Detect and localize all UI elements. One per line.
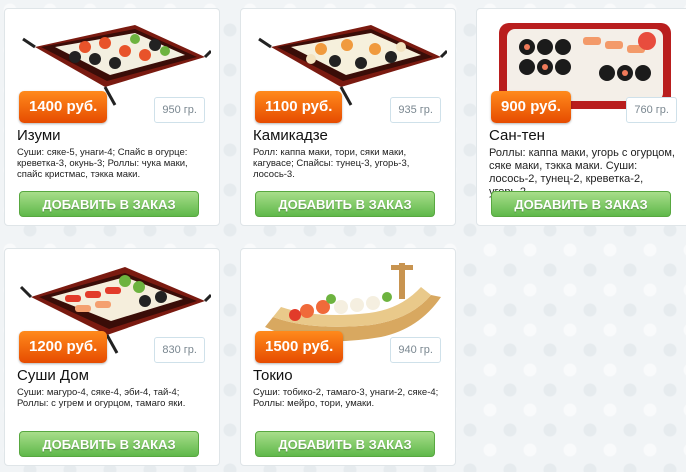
add-to-order-button[interactable]: ДОБАВИТЬ В ЗАКАЗ (19, 191, 199, 217)
price-badge: 1400 руб. (19, 91, 108, 123)
product-name[interactable]: Камикадзе (253, 127, 328, 144)
product-card-tokio: 1500 руб. 940 гр. Токио Суши: тобико-2, … (240, 248, 456, 466)
weight-badge: 940 гр. (390, 337, 441, 363)
product-card-san-ten: 900 руб. 760 гр. Сан-тен Роллы: каппа ма… (476, 8, 686, 226)
product-card-izumi: 1400 руб. 950 гр. Изуми Суши: сяке-5, ун… (4, 8, 220, 226)
price-badge: 1500 руб. (255, 331, 344, 363)
price-badge: 1200 руб. (19, 331, 108, 363)
product-card-kamikadze: 1100 руб. 935 гр. Камикадзе Ролл: каппа … (240, 8, 456, 226)
product-description: Суши: сяке-5, унаги-4; Спайс в огурце: к… (17, 147, 188, 180)
product-name[interactable]: Изуми (17, 127, 61, 144)
weight-badge: 830 гр. (154, 337, 205, 363)
weight-badge: 760 гр. (626, 97, 677, 123)
add-to-order-button[interactable]: ДОБАВИТЬ В ЗАКАЗ (255, 191, 435, 217)
product-description: Суши: тобико-2, тамаго-3, унаги-2, сяке-… (253, 387, 439, 409)
weight-badge: 950 гр. (154, 97, 205, 123)
product-card-sushi-dom: 1200 руб. 830 гр. Суши Дом Суши: магуро-… (4, 248, 220, 466)
add-to-order-button[interactable]: ДОБАВИТЬ В ЗАКАЗ (19, 431, 199, 457)
weight-badge: 935 гр. (390, 97, 441, 123)
add-to-order-button[interactable]: ДОБАВИТЬ В ЗАКАЗ (491, 191, 671, 217)
product-name[interactable]: Токио (253, 367, 293, 384)
product-name[interactable]: Суши Дом (17, 367, 89, 384)
product-description: Ролл: каппа маки, тори, сяки маки, кагув… (253, 147, 410, 180)
price-badge: 900 руб. (491, 91, 571, 123)
add-to-order-button[interactable]: ДОБАВИТЬ В ЗАКАЗ (255, 431, 435, 457)
price-badge: 1100 руб. (255, 91, 343, 123)
product-description: Суши: магуро-4, сяке-4, эби-4, тай-4; Ро… (17, 387, 186, 409)
product-name[interactable]: Сан-тен (489, 127, 545, 144)
